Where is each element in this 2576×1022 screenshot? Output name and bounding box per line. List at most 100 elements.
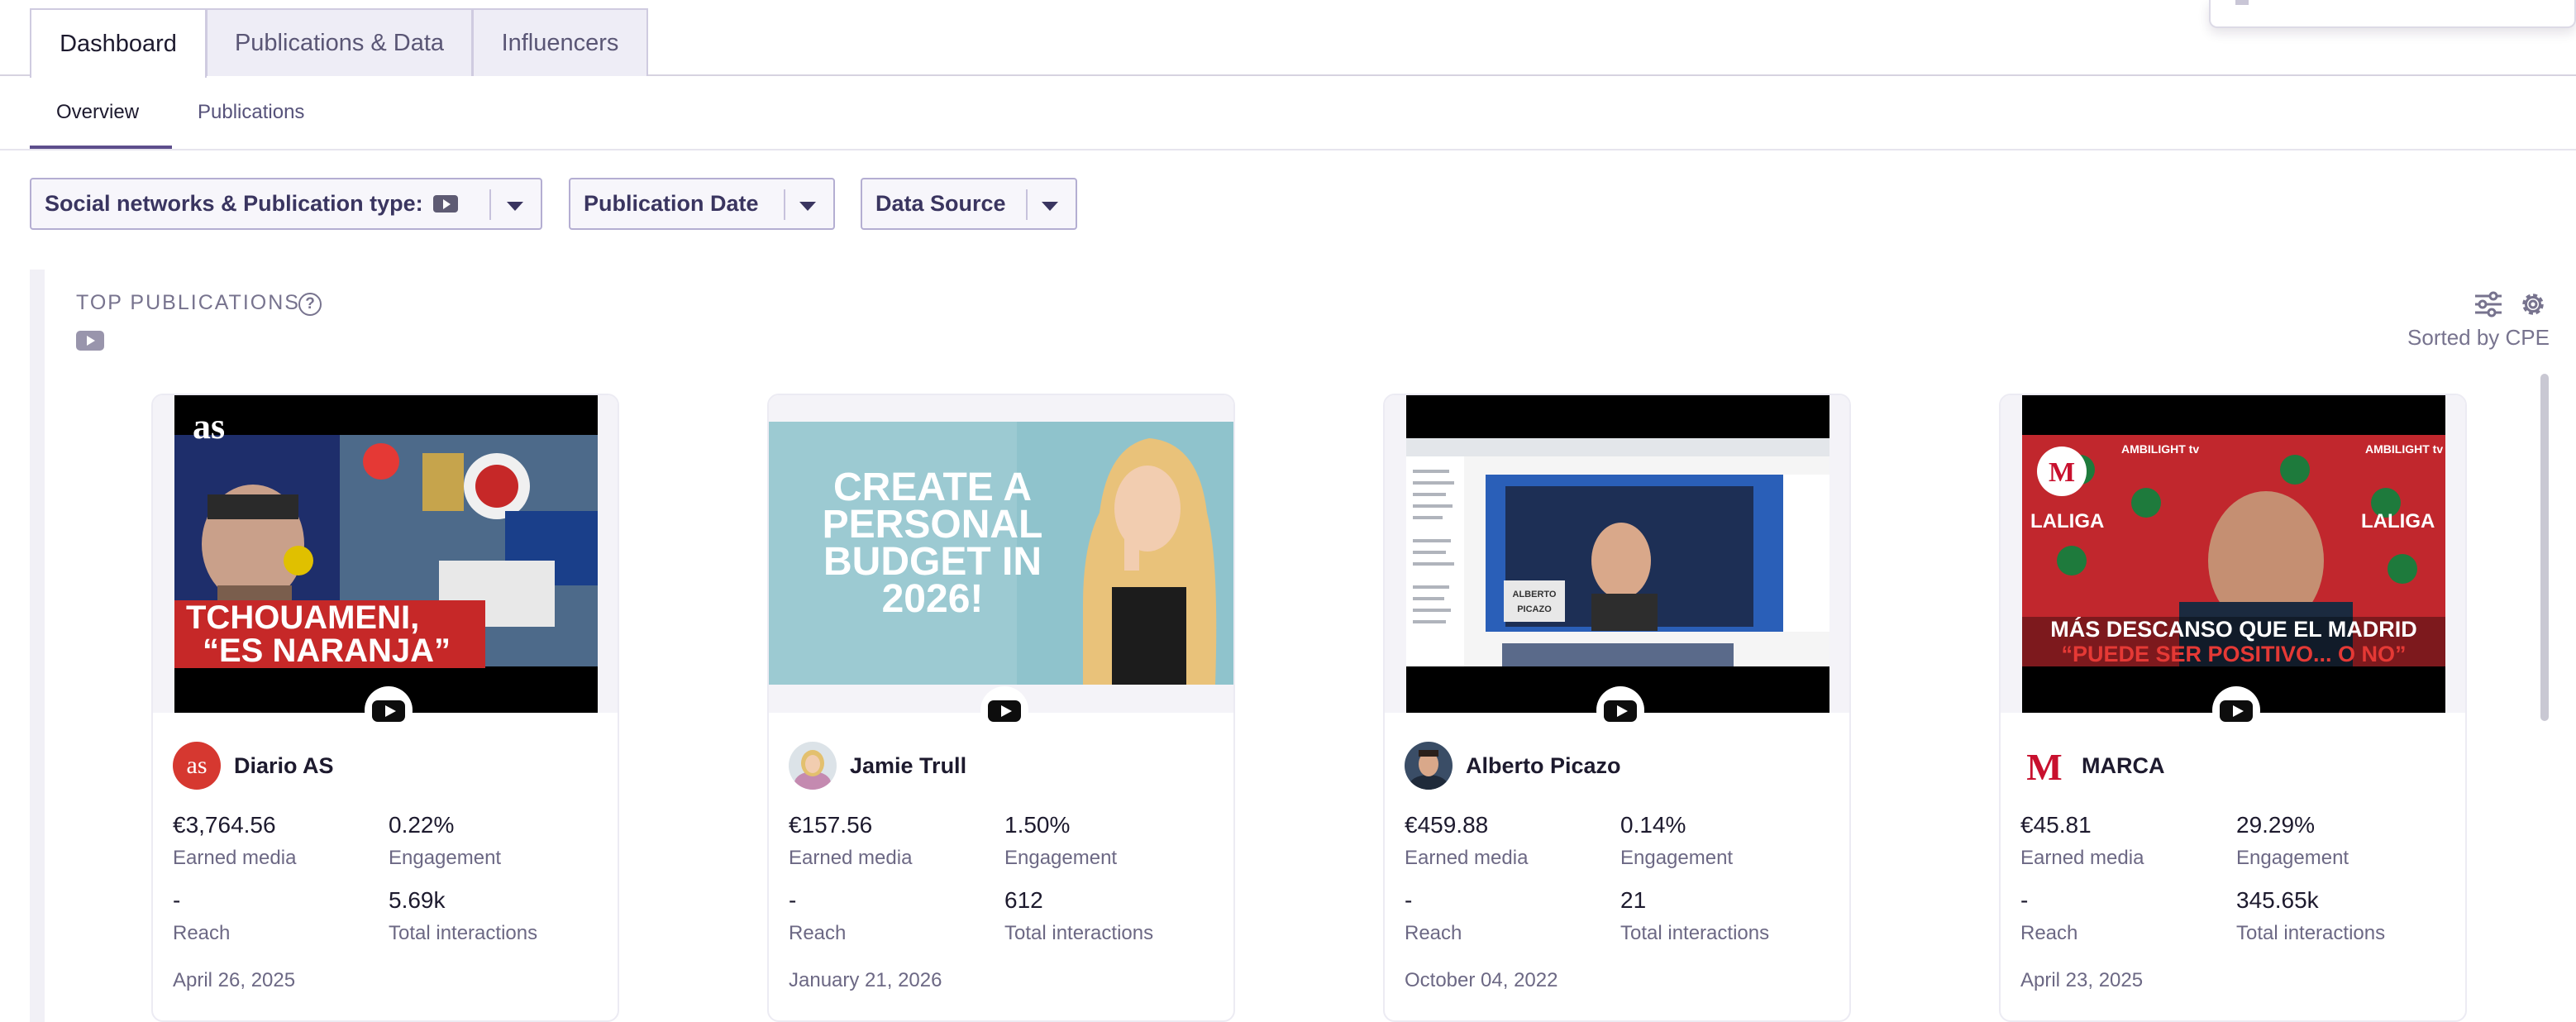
earned-media-metric: €459.88 Earned media — [1405, 812, 1528, 870]
question-circle-icon[interactable]: ? — [298, 293, 322, 316]
video-thumbnail[interactable]: ALBERTO PICAZO — [1406, 395, 1829, 713]
avatar — [1405, 742, 1453, 790]
engagement-value: 0.14% — [1620, 812, 1686, 838]
thumbnail-caption: TCHOUAMENI, — [186, 599, 419, 636]
interactions-metric: 612 Total interactions — [1004, 887, 1153, 945]
engagement-metric: 1.50% Engagement — [1004, 812, 1117, 870]
engagement-value: 0.22% — [389, 812, 455, 838]
publication-card[interactable]: LALIGA LALIGA AMBILIGHT tv AMBILIGHT tv … — [1999, 394, 2467, 1022]
publication-date: April 26, 2025 — [173, 969, 296, 991]
interactions-value: 21 — [1620, 887, 1647, 913]
interactions-metric: 5.69k Total interactions — [389, 887, 537, 945]
engagement-metric: 0.14% Engagement — [1620, 812, 1733, 870]
caret-down-icon[interactable] — [1042, 202, 1058, 211]
thumbnail-caption: MÁS DESCANSO QUE EL MADRID — [2050, 616, 2417, 642]
social-network-filter[interactable]: Social networks & Publication type: — [30, 178, 542, 230]
avatar: as — [173, 742, 221, 790]
publication-date-filter[interactable]: Publication Date — [569, 178, 835, 230]
youtube-icon — [365, 686, 413, 734]
publication-card[interactable]: ALBERTO PICAZO Alberto Picazo €459.88 Ea… — [1383, 394, 1851, 1022]
author-name: Jamie Trull — [850, 752, 967, 778]
thumbnail-board: LALIGA — [2030, 510, 2104, 532]
reach-metric: - Reach — [173, 887, 230, 945]
publication-date: January 21, 2026 — [789, 969, 942, 991]
engagement-label: Engagement — [389, 847, 502, 869]
section-title: TOP PUBLICATIONS — [76, 291, 300, 314]
sort-indicator[interactable]: Sorted by CPE — [2407, 325, 2550, 351]
thumbnail-sign: PICAZO — [1517, 604, 1552, 614]
author[interactable]: M MARCA — [2020, 741, 2165, 790]
reach-value: - — [789, 887, 797, 913]
interactions-value: 612 — [1004, 887, 1043, 913]
sub-tabs: Overview Publications — [0, 76, 2576, 150]
engagement-value: 1.50% — [1004, 812, 1071, 838]
tab-dashboard[interactable]: Dashboard — [30, 8, 207, 78]
publication-card[interactable]: CREATE A PERSONAL BUDGET IN 2026! Jamie … — [767, 394, 1235, 1022]
youtube-icon — [76, 331, 104, 351]
earned-media-label: Earned media — [1405, 847, 1529, 869]
interactions-label: Total interactions — [1620, 922, 1770, 944]
filter-label: Data Source — [875, 191, 1006, 216]
interactions-metric: 345.65k Total interactions — [2236, 887, 2385, 945]
card-media: ALBERTO PICAZO — [1385, 395, 1849, 713]
earned-media-value: €459.88 — [1405, 812, 1489, 838]
thumbnail-caption: “ES NARANJA” — [203, 633, 451, 669]
data-source-filter[interactable]: Data Source — [861, 178, 1077, 230]
engagement-metric: 29.29% Engagement — [2236, 812, 2349, 870]
publication-date: April 23, 2025 — [2020, 969, 2144, 991]
notification-popover[interactable] — [2209, 0, 2576, 28]
interactions-label: Total interactions — [1004, 922, 1154, 944]
card-media: LALIGA LALIGA AMBILIGHT tv AMBILIGHT tv … — [2001, 395, 2465, 713]
tab-label: Publications & Data — [234, 29, 445, 56]
reach-value: - — [1405, 887, 1413, 913]
video-thumbnail[interactable]: LALIGA LALIGA AMBILIGHT tv AMBILIGHT tv … — [2022, 395, 2445, 713]
earned-media-metric: €3,764.56 Earned media — [173, 812, 296, 870]
tab-influencers[interactable]: Influencers — [472, 8, 648, 76]
earned-media-value: €3,764.56 — [173, 812, 276, 838]
author-name: Alberto Picazo — [1466, 752, 1621, 778]
caret-down-icon[interactable] — [799, 202, 816, 211]
svg-text:as: as — [187, 752, 208, 779]
tab-label: Influencers — [501, 29, 619, 56]
video-thumbnail[interactable]: as TCHOUAMENI, “ES NARANJA” — [174, 395, 598, 713]
scrollbar[interactable] — [2540, 374, 2549, 721]
engagement-label: Engagement — [2236, 847, 2349, 869]
youtube-icon — [2212, 686, 2260, 734]
engagement-value: 29.29% — [2236, 812, 2315, 838]
sliders-icon[interactable] — [2472, 289, 2505, 319]
interactions-value: 345.65k — [2236, 887, 2319, 913]
video-thumbnail[interactable]: CREATE A PERSONAL BUDGET IN 2026! — [769, 422, 1233, 685]
reach-metric: - Reach — [789, 887, 846, 945]
avatar — [789, 742, 837, 790]
author[interactable]: as Diario AS — [173, 741, 334, 790]
subtab-publications[interactable]: Publications — [198, 101, 304, 124]
tab-label: Dashboard — [60, 30, 177, 57]
youtube-icon — [980, 686, 1028, 734]
reach-label: Reach — [173, 922, 231, 944]
author[interactable]: Jamie Trull — [789, 741, 966, 790]
main-tabs: Dashboard Publications & Data Influencer… — [0, 0, 2576, 78]
filter-label: Social networks & Publication type: — [45, 191, 423, 216]
caret-down-icon[interactable] — [507, 202, 523, 211]
engagement-label: Engagement — [1620, 847, 1734, 869]
svg-text:M: M — [2026, 746, 2062, 788]
author[interactable]: Alberto Picazo — [1405, 741, 1621, 790]
reach-label: Reach — [789, 922, 847, 944]
card-media: CREATE A PERSONAL BUDGET IN 2026! — [769, 395, 1233, 713]
publication-card[interactable]: as TCHOUAMENI, “ES NARANJA” as Diario AS… — [151, 394, 619, 1022]
filter-label: Publication Date — [584, 191, 759, 216]
earned-media-value: €157.56 — [789, 812, 873, 838]
engagement-metric: 0.22% Engagement — [389, 812, 501, 870]
interactions-label: Total interactions — [389, 922, 538, 944]
tab-publications-data[interactable]: Publications & Data — [206, 8, 473, 76]
reach-metric: - Reach — [2020, 887, 2077, 945]
reach-label: Reach — [2020, 922, 2078, 944]
reach-label: Reach — [1405, 922, 1462, 944]
subtab-overview[interactable]: Overview — [56, 101, 139, 124]
author-name: MARCA — [2082, 752, 2165, 778]
thumbnail-board: LALIGA — [2361, 510, 2435, 532]
thumbnail-board: AMBILIGHT tv — [2365, 442, 2443, 456]
youtube-icon — [432, 195, 458, 213]
channel-logo: as — [193, 406, 225, 447]
gear-icon[interactable] — [2516, 289, 2550, 319]
